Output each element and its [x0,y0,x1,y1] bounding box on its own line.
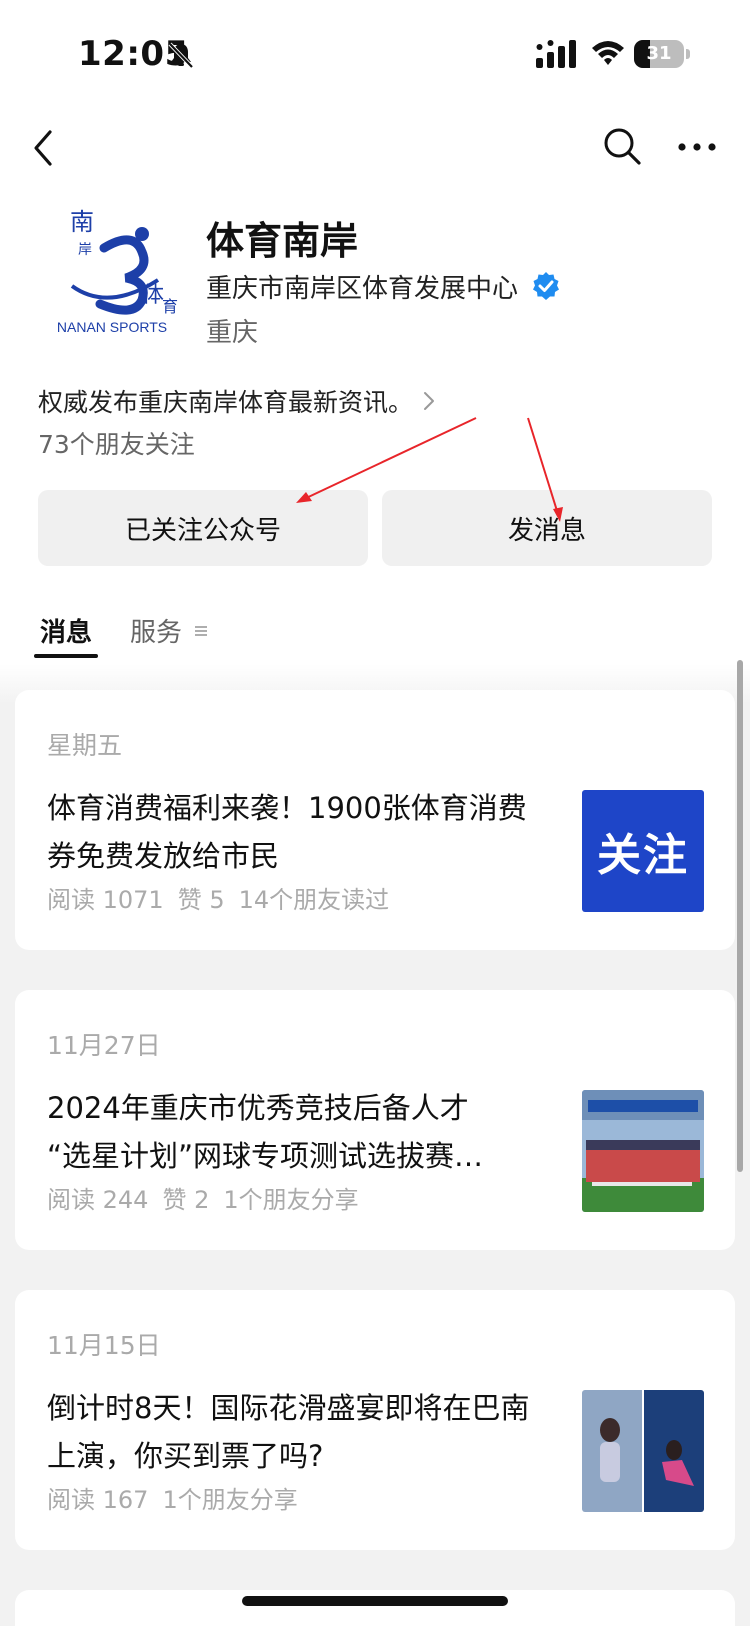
article-reads: 阅读 167 [47,1486,149,1514]
tab-services[interactable]: 服务 [130,612,208,649]
annotation-arrow-follow [301,417,477,501]
more-icon[interactable] [676,132,718,162]
status-bar: 12:05 31 [0,0,750,100]
article-date: 星期五 [47,731,123,760]
article-meta: 阅读 167 1个朋友分享 [47,1480,298,1515]
bio-row[interactable]: 权威发布重庆南岸体育最新资讯。 [38,383,437,419]
article-friends: 14个朋友读过 [238,886,390,914]
org-row[interactable]: 重庆市南岸区体育发展中心 [206,268,562,304]
wifi-icon [592,41,624,65]
back-icon[interactable] [26,124,66,172]
tab-active-indicator [34,654,98,658]
account-name: 体育南岸 [206,219,359,263]
location: 重庆 [206,318,259,348]
article-thumbnail: 关注 [582,790,704,912]
battery-cap [686,49,690,59]
battery-body: 31 [634,40,684,68]
article-title-line-1: 2024年重庆市优秀竞技后备人才 [47,1091,469,1125]
article-card[interactable]: 星期五 体育消费福利来袭！1900张体育消费券免费发放给市民 阅读 1071 赞… [15,690,735,950]
article-date: 11月15日 [47,1331,161,1360]
signal-icon [536,40,576,68]
send-message-button[interactable]: 发消息 [382,490,712,566]
svg-text:南: 南 [70,209,94,236]
article-card[interactable]: 11月15日 倒计时8天！国际花滑盛宴即将在巴南上演，你买到票了吗? 阅读 16… [15,1290,735,1550]
article-likes: 赞 5 [177,886,225,914]
bell-muted-icon [168,42,194,69]
org-name: 重庆市南岸区体育发展中心 [206,273,519,304]
home-indicator[interactable] [242,1596,508,1606]
svg-text:体: 体 [142,282,164,307]
screen: 12:05 31 南 岸 体 育 NANAN SPORTS 体育南岸 重庆市南岸… [0,0,750,1626]
menu-lines-icon [195,625,208,636]
article-thumbnail-skaters [582,1390,704,1512]
battery-icon: 31 [634,40,690,68]
article-thumbnail-team-photo [582,1090,704,1212]
article-friends: 1个朋友分享 [223,1186,359,1214]
article-meta: 阅读 1071 赞 5 14个朋友读过 [47,880,389,915]
article-meta: 阅读 244 赞 2 1个朋友分享 [47,1180,359,1215]
chevron-right-icon [424,392,435,410]
verified-icon [533,272,560,300]
article-title: 体育消费福利来袭！1900张体育消费券免费发放给市民 [47,791,527,873]
article-title: 倒计时8天！国际花滑盛宴即将在巴南上演，你买到票了吗? [47,1391,530,1473]
logo-text: NANAN SPORTS [57,319,167,335]
account-logo[interactable]: 南 岸 体 育 NANAN SPORTS [38,200,186,340]
bio: 权威发布重庆南岸体育最新资讯。 [38,388,414,417]
tab-services-label: 服务 [130,618,183,648]
tab-messages[interactable]: 消息 [40,612,92,649]
article-date: 11月27日 [47,1031,161,1060]
article-reads: 阅读 1071 [47,886,164,914]
article-likes: 赞 2 [162,1186,210,1214]
svg-text:育: 育 [162,298,178,316]
article-feed[interactable]: 星期五 体育消费福利来袭！1900张体育消费券免费发放给市民 阅读 1071 赞… [0,664,750,1626]
search-icon[interactable] [600,124,644,168]
svg-text:岸: 岸 [78,242,92,258]
article-card[interactable]: 11月27日 2024年重庆市优秀竞技后备人才 “选星计划”网球专项测试选拔赛…… [15,990,735,1250]
article-reads: 阅读 244 [47,1186,149,1214]
scrollbar[interactable] [737,660,743,1172]
followed-button[interactable]: 已关注公众号 [38,490,368,566]
article-title: 2024年重庆市优秀竞技后备人才 “选星计划”网球专项测试选拔赛… [47,1084,537,1180]
nav-bar [0,110,750,190]
article-title-line-2: “选星计划”网球专项测试选拔赛… [47,1139,484,1173]
article-friends: 1个朋友分享 [162,1486,298,1514]
friends-follow-count: 73个朋友关注 [38,430,195,459]
battery-level: 31 [646,43,672,64]
